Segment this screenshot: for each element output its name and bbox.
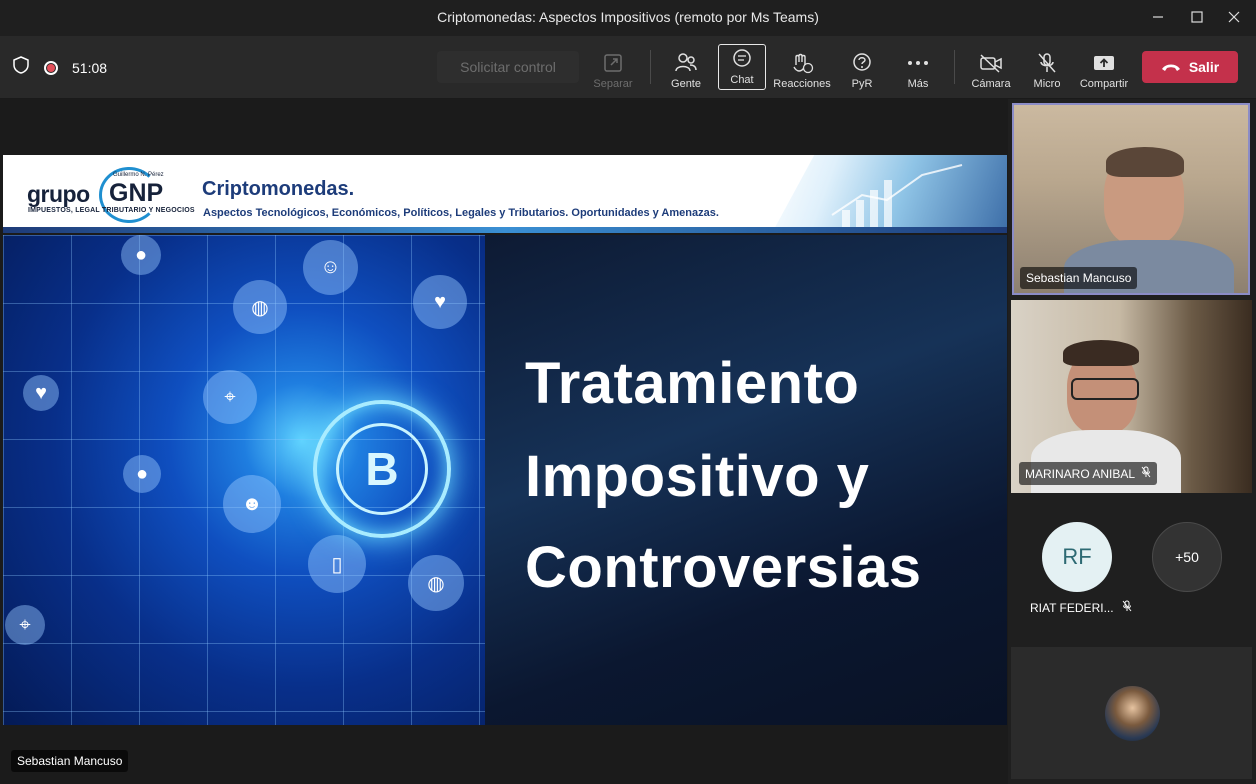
slide-subtitle: Aspectos Tecnológicos, Económicos, Polít… [203,207,719,219]
slide-heading-line1: Tratamiento [525,351,860,416]
participant-name: RIAT FEDERI... [1030,600,1114,615]
camera-label: Cámara [971,78,1011,90]
logo-grupo: grupo [27,181,90,207]
meeting-status: 51:08 [12,56,107,79]
reactions-icon [790,51,814,75]
chat-icon [731,47,753,71]
mic-off-icon [1037,51,1057,75]
camera-off-icon [979,51,1003,75]
location-icon: ⌖ [203,370,257,424]
toolbar-divider [954,50,955,84]
shield-icon[interactable] [12,56,30,79]
toolbar-divider [650,50,651,84]
more-label: Más [907,78,929,90]
mic-muted-icon [1122,600,1132,615]
people-label: Gente [671,78,701,90]
separate-label: Separar [593,78,633,90]
profile-icon: ● [123,455,161,493]
people-button[interactable]: Gente [666,44,706,90]
participant-name-tag: MARINARO ANIBAL [1019,462,1158,485]
participant-video-tile[interactable]: Sebastian Mancuso [1012,103,1250,295]
request-control-button[interactable]: Solicitar control [437,51,579,83]
participant-name: MARINARO ANIBAL [1025,466,1136,481]
participant-name: Sebastian Mancuso [1026,271,1132,285]
participant-hair [1106,147,1184,177]
logo-gnp: GNP [109,179,164,207]
maximize-icon[interactable] [1185,6,1209,28]
mic-button[interactable]: Micro [1030,44,1064,90]
slide-heading-line2: Impositivo y [525,444,870,509]
slide-header: grupo GNP Guillermo N. Pérez IMPUESTOS, … [3,155,1007,233]
leave-label: Salir [1188,59,1220,75]
minimize-icon[interactable] [1146,6,1170,28]
globe-icon: ◍ [408,555,464,611]
more-button[interactable]: Más [902,44,934,90]
slide-heading-line3: Controversias [525,535,922,600]
qa-button[interactable]: PyR [846,44,878,90]
hang-up-icon [1161,59,1181,75]
participant-video-tile[interactable]: MARINARO ANIBAL [1011,300,1252,493]
logo-author: Guillermo N. Pérez [113,172,164,178]
meeting-timer: 51:08 [72,59,108,76]
globe-icon: ◍ [233,280,287,334]
self-avatar-photo [1105,686,1160,741]
slide-network-image: ♥ ● ◍ ☺ ♥ ⌖ ● ☻ ▯ ◍ ⌖ B [3,235,485,725]
chat-label: Chat [730,74,754,86]
shared-slide: grupo GNP Guillermo N. Pérez IMPUESTOS, … [3,155,1007,725]
bitcoin-symbol: B [336,423,428,515]
glasses-icon [1071,378,1139,400]
qa-label: PyR [851,78,873,90]
participant-hair [1063,340,1139,366]
header-chart-image [772,155,1007,233]
leave-button[interactable]: Salir [1142,51,1238,83]
person-icon: ☻ [223,475,281,533]
mic-muted-icon [1141,466,1151,481]
pop-out-icon [603,51,623,75]
camera-button[interactable]: Cámara [970,44,1012,90]
phone-icon: ▯ [308,535,366,593]
share-icon [1093,51,1115,75]
chat-button[interactable]: Chat [718,44,766,90]
window-title: Criptomonedas: Aspectos Impositivos (rem… [437,9,819,25]
question-icon [851,51,873,75]
more-participants-button[interactable]: +50 [1152,522,1222,592]
more-icon [907,51,929,75]
user-icon: ● [121,235,161,275]
title-bar: Criptomonedas: Aspectos Impositivos (rem… [0,0,1256,36]
mic-label: Micro [1033,78,1061,90]
participant-label: RIAT FEDERI... [1030,600,1132,615]
heart-icon: ♥ [23,375,59,411]
participant-name-tag: Sebastian Mancuso [1020,267,1138,289]
chat-bubble-icon: ☺ [303,240,358,295]
close-icon[interactable] [1222,6,1246,28]
meeting-toolbar: 51:08 Solicitar control Separar Gente Ch… [0,36,1256,99]
like-icon: ♥ [413,275,467,329]
location-icon: ⌖ [5,605,45,645]
separate-button[interactable]: Separar [592,44,634,90]
share-label: Compartir [1079,78,1129,90]
participant-avatar[interactable]: RF [1042,522,1112,592]
logo-tagline: IMPUESTOS, LEGAL TRIBUTARIO Y NEGOCIOS [28,207,195,214]
people-icon [674,51,698,75]
slide-title: Criptomonedas. [202,178,355,200]
reactions-label: Reacciones [773,78,831,90]
share-button[interactable]: Compartir [1078,44,1130,90]
reactions-button[interactable]: Reacciones [773,44,831,90]
bitcoin-icon: B [313,400,451,538]
presenter-name-tag: Sebastian Mancuso [11,750,129,772]
header-stripe [3,227,1007,233]
presenter-name: Sebastian Mancuso [17,754,123,768]
recording-icon [44,60,58,75]
